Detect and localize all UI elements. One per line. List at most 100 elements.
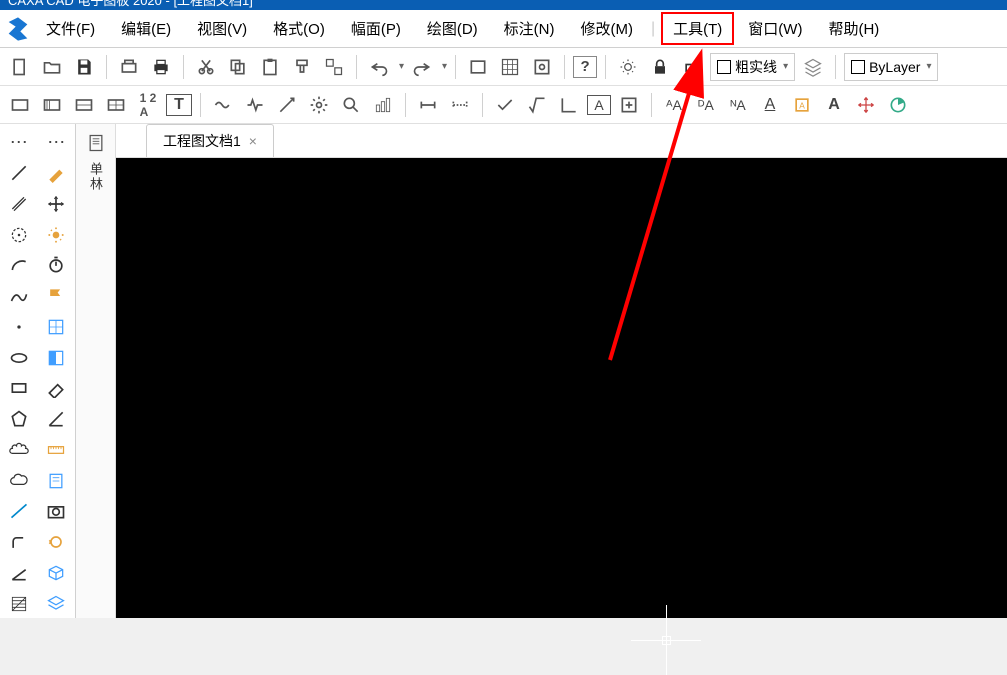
layer-manager-button[interactable] bbox=[799, 53, 827, 81]
print-preview-button[interactable] bbox=[115, 53, 143, 81]
cloud2-tool-button[interactable] bbox=[4, 466, 34, 495]
linetype-dropdown[interactable]: 粗实线 ▾ bbox=[710, 53, 795, 81]
a-bold-button[interactable]: A bbox=[820, 91, 848, 119]
revcloud-tool-button[interactable] bbox=[4, 436, 34, 465]
text-button[interactable]: T bbox=[166, 94, 192, 116]
number-button[interactable]: 1 2A bbox=[134, 91, 162, 119]
undo-button[interactable] bbox=[365, 53, 393, 81]
layer-dropdown[interactable]: ByLayer ▾ bbox=[844, 53, 938, 81]
layers-blue-icon[interactable] bbox=[41, 589, 71, 618]
note-icon[interactable] bbox=[41, 466, 71, 495]
hdim-button[interactable] bbox=[414, 91, 442, 119]
slope-tool-button[interactable] bbox=[4, 559, 34, 588]
strip-doc-icon[interactable] bbox=[83, 130, 109, 156]
sqrt-button[interactable] bbox=[523, 91, 551, 119]
cut-button[interactable] bbox=[192, 53, 220, 81]
parallel-line-button[interactable] bbox=[4, 190, 34, 219]
bar-button[interactable] bbox=[369, 91, 397, 119]
menu-format[interactable]: 格式(O) bbox=[261, 12, 337, 45]
rect-tool-button[interactable] bbox=[4, 374, 34, 403]
erase-icon[interactable] bbox=[41, 374, 71, 403]
construction-line-button[interactable] bbox=[4, 497, 34, 526]
line-tool-button[interactable] bbox=[4, 159, 34, 188]
stopwatch-icon[interactable] bbox=[41, 251, 71, 280]
flag-icon[interactable] bbox=[41, 282, 71, 311]
a-ref-icon[interactable]: A bbox=[788, 91, 816, 119]
open-file-button[interactable] bbox=[38, 53, 66, 81]
undo-dropdown-icon[interactable]: ▾ bbox=[399, 61, 404, 72]
vdim-button[interactable] bbox=[446, 91, 474, 119]
dots-icon[interactable]: ⋯ bbox=[4, 128, 34, 157]
menu-annotate[interactable]: 标注(N) bbox=[492, 12, 567, 45]
polygon-tool-button[interactable] bbox=[4, 405, 34, 434]
loop-icon[interactable] bbox=[41, 528, 71, 557]
redo-button[interactable] bbox=[408, 53, 436, 81]
menu-draw[interactable]: 绘图(D) bbox=[415, 12, 490, 45]
preview-button[interactable] bbox=[528, 53, 556, 81]
hatch-tool-button[interactable] bbox=[4, 589, 34, 618]
menu-edit[interactable]: 编辑(E) bbox=[109, 12, 183, 45]
copy-button[interactable] bbox=[224, 53, 252, 81]
grid-button[interactable] bbox=[496, 53, 524, 81]
pie-icon[interactable] bbox=[884, 91, 912, 119]
menu-file[interactable]: 文件(F) bbox=[34, 12, 107, 45]
menu-window[interactable]: 窗口(W) bbox=[736, 12, 814, 45]
pulse-button[interactable] bbox=[241, 91, 269, 119]
document-tab[interactable]: 工程图文档1 × bbox=[146, 124, 274, 157]
circle-tool-button[interactable] bbox=[4, 220, 34, 249]
wave-button[interactable] bbox=[209, 91, 237, 119]
redo-dropdown-icon[interactable]: ▾ bbox=[442, 61, 447, 72]
textstyle2-button[interactable]: ᴰA bbox=[692, 91, 720, 119]
save-button[interactable] bbox=[70, 53, 98, 81]
rect2-button[interactable] bbox=[38, 91, 66, 119]
menu-tools[interactable]: 工具(T) bbox=[661, 12, 734, 45]
layout1-button[interactable] bbox=[70, 91, 98, 119]
ruler-icon[interactable] bbox=[41, 436, 71, 465]
plus-box-button[interactable] bbox=[615, 91, 643, 119]
move-button[interactable] bbox=[852, 91, 880, 119]
a-under-button[interactable]: A bbox=[756, 91, 784, 119]
paste-button[interactable] bbox=[256, 53, 284, 81]
menu-help[interactable]: 帮助(H) bbox=[816, 12, 891, 45]
spline-tool-button[interactable] bbox=[4, 282, 34, 311]
gear-button[interactable] bbox=[305, 91, 333, 119]
elbow-tool-button[interactable] bbox=[4, 528, 34, 557]
menu-page[interactable]: 幅面(P) bbox=[339, 12, 413, 45]
table-button[interactable] bbox=[464, 53, 492, 81]
match-props-button[interactable] bbox=[320, 53, 348, 81]
new-file-button[interactable] bbox=[6, 53, 34, 81]
text-a-button[interactable]: A bbox=[587, 95, 611, 115]
tab-close-icon[interactable]: × bbox=[249, 133, 257, 149]
cube-icon[interactable] bbox=[41, 559, 71, 588]
textstyle1-button[interactable]: ᴬA bbox=[660, 91, 688, 119]
ortho-button[interactable] bbox=[555, 91, 583, 119]
ellipse-tool-button[interactable] bbox=[4, 343, 34, 372]
format-brush-button[interactable] bbox=[288, 53, 316, 81]
camera-icon[interactable] bbox=[41, 497, 71, 526]
menu-view[interactable]: 视图(V) bbox=[185, 12, 259, 45]
pencil-icon[interactable] bbox=[41, 159, 71, 188]
sun-yellow-icon[interactable] bbox=[41, 220, 71, 249]
dimension-button[interactable] bbox=[273, 91, 301, 119]
balloon-button[interactable] bbox=[337, 91, 365, 119]
help-button[interactable]: ? bbox=[573, 56, 597, 78]
point-tool-button[interactable] bbox=[4, 313, 34, 342]
rect-button[interactable] bbox=[6, 91, 34, 119]
angle-icon[interactable] bbox=[41, 405, 71, 434]
separator bbox=[405, 93, 406, 117]
print-button[interactable] bbox=[147, 53, 175, 81]
arc-tool-button[interactable] bbox=[4, 251, 34, 280]
check-button[interactable] bbox=[491, 91, 519, 119]
move-cross-icon[interactable] bbox=[41, 190, 71, 219]
print-small-icon[interactable] bbox=[678, 53, 706, 81]
menu-modify[interactable]: 修改(M) bbox=[568, 12, 645, 45]
layout2-button[interactable] bbox=[102, 91, 130, 119]
sun-icon[interactable] bbox=[614, 53, 642, 81]
half-blue-icon[interactable] bbox=[41, 343, 71, 372]
work-area: ⋯ ⋯ bbox=[0, 124, 1007, 618]
drawing-canvas[interactable] bbox=[116, 158, 1007, 618]
grid-blue-icon[interactable] bbox=[41, 313, 71, 342]
dots2-icon[interactable]: ⋯ bbox=[41, 128, 71, 157]
lock-icon[interactable] bbox=[646, 53, 674, 81]
textstyle3-button[interactable]: ᴺA bbox=[724, 91, 752, 119]
